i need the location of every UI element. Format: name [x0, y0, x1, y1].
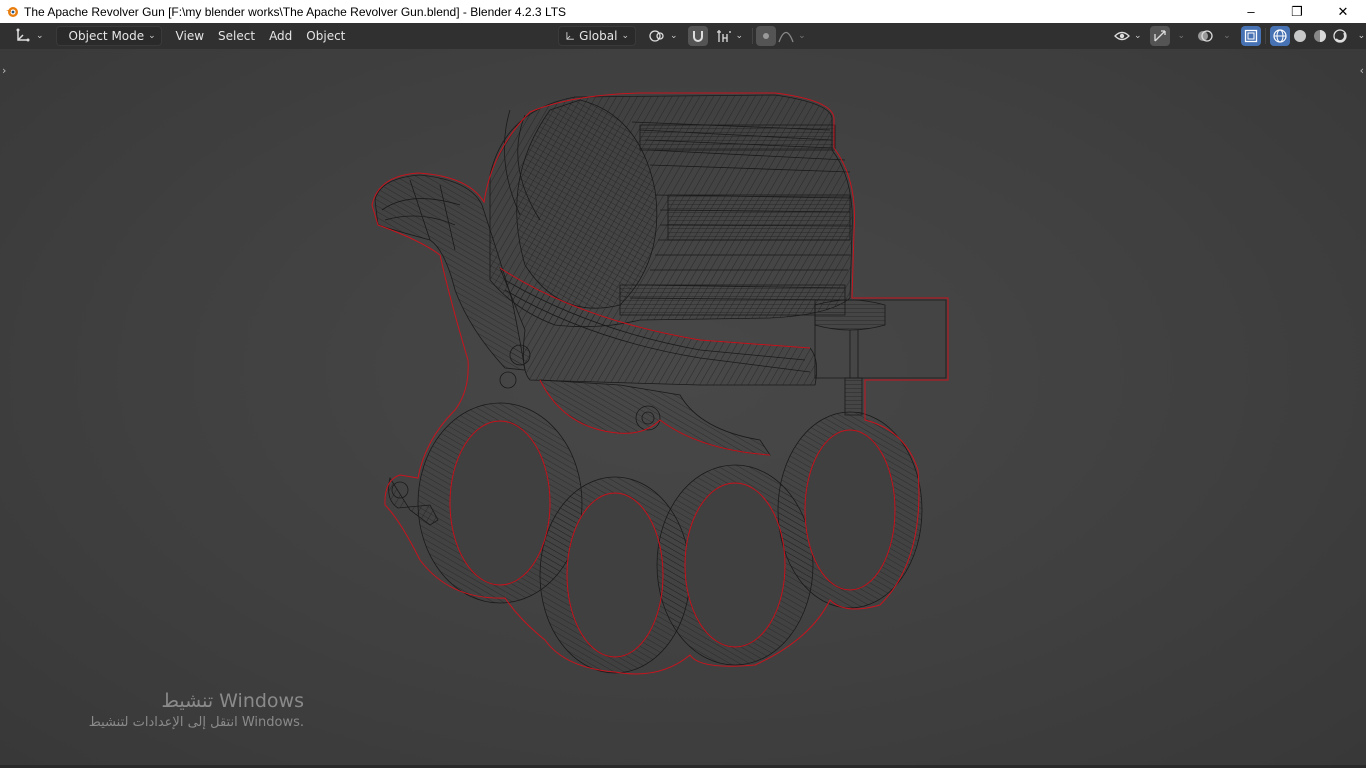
wireframe-shading-icon	[1273, 29, 1287, 43]
proportional-falloff-button[interactable]: ⌄	[776, 26, 808, 46]
window-titlebar: The Apache Revolver Gun [F:\my blender w…	[0, 0, 1366, 23]
menu-select[interactable]: Select	[212, 26, 261, 46]
minimize-button[interactable]: –	[1228, 0, 1274, 23]
blender-logo-icon	[6, 6, 18, 17]
shading-wireframe-button[interactable]	[1269, 26, 1290, 46]
mode-selector[interactable]: Object Mode ⌄	[55, 26, 162, 46]
windows-activation-subtitle: انتقل إلى الإعدادات لتنشيط Windows.	[88, 715, 304, 730]
pivot-icon	[649, 30, 664, 42]
proportional-edit-icon	[763, 33, 770, 39]
3d-viewport[interactable]: › ‹ تنشيط Windows انتقل إلى الإعدادات لت…	[0, 49, 1366, 768]
snap-toggle[interactable]	[687, 26, 708, 46]
chevron-down-icon: ⌄	[148, 31, 156, 41]
editor-type-button[interactable]: ⌄	[8, 26, 50, 46]
chevron-down-icon: ⌄	[1357, 31, 1366, 41]
gizmo-dropdown[interactable]: ⌄	[1170, 26, 1190, 46]
solid-shading-icon	[1293, 30, 1306, 42]
chevron-down-icon: ⌄	[670, 31, 678, 41]
shading-material-button[interactable]	[1310, 26, 1330, 46]
material-shading-icon	[1313, 30, 1326, 42]
restore-button[interactable]: ❐	[1274, 0, 1320, 23]
falloff-curve-icon	[778, 31, 794, 43]
gizmo-toggle[interactable]	[1149, 26, 1170, 46]
rendered-shading-icon	[1332, 29, 1347, 43]
snap-increment-icon	[716, 30, 731, 42]
menu-view[interactable]: View	[170, 26, 210, 46]
overlay-icon	[1198, 30, 1213, 42]
chevron-down-icon: ⌄	[798, 31, 806, 41]
chevron-down-icon: ⌄	[1223, 31, 1231, 41]
shading-solid-button[interactable]	[1290, 26, 1310, 46]
windows-activation-title: تنشيط Windows	[161, 690, 304, 712]
eye-icon	[1114, 31, 1130, 41]
orientation-label: Global	[579, 29, 618, 43]
gizmo-icon	[1153, 30, 1166, 42]
window-title: The Apache Revolver Gun [F:\my blender w…	[24, 4, 567, 19]
xray-icon	[1244, 29, 1257, 43]
pivot-point-button[interactable]: ⌄	[642, 26, 684, 46]
shading-dropdown[interactable]: ⌄	[1350, 26, 1366, 46]
chevron-down-icon: ⌄	[1177, 31, 1186, 41]
menu-add[interactable]: Add	[263, 26, 298, 46]
orientation-icon	[566, 32, 574, 40]
close-button[interactable]: ✕	[1320, 0, 1366, 23]
axis-gizmo-icon	[16, 28, 30, 42]
chevron-down-icon: ⌄	[735, 31, 744, 41]
visibility-button[interactable]: ⌄	[1108, 26, 1148, 46]
menu-object[interactable]: Object	[300, 26, 351, 46]
proportional-edit-toggle[interactable]	[756, 26, 777, 46]
overlay-toggle[interactable]	[1195, 26, 1215, 46]
mode-label: Object Mode	[68, 29, 145, 43]
chevron-down-icon: ⌄	[36, 31, 44, 41]
xray-toggle[interactable]	[1240, 26, 1261, 46]
chevron-down-icon: ⌄	[1134, 31, 1142, 41]
viewport-header: ⌄ Object Mode ⌄ View Select Add Object G…	[0, 23, 1366, 49]
magnet-icon	[692, 31, 703, 42]
revolver-wireframe-model[interactable]	[0, 49, 1366, 768]
snap-target-button[interactable]: ⌄	[710, 26, 750, 46]
transform-orientation-selector[interactable]: Global ⌄	[558, 26, 636, 46]
overlay-dropdown[interactable]: ⌄	[1215, 26, 1235, 46]
shading-rendered-button[interactable]	[1330, 26, 1350, 46]
chevron-down-icon: ⌄	[621, 31, 629, 41]
